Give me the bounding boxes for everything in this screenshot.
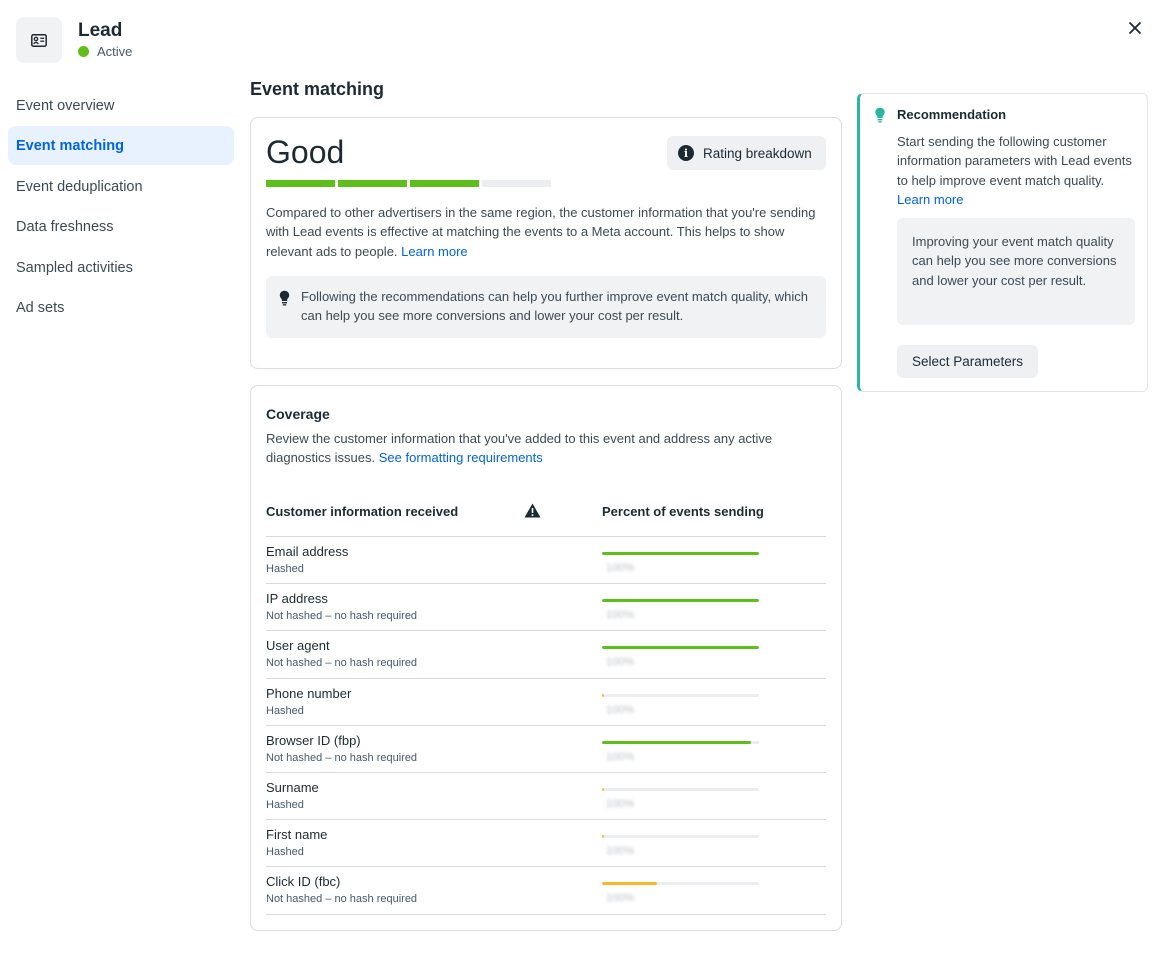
recommendation-body-text: Start sending the following customer inf…	[897, 134, 1132, 188]
id-card-icon	[16, 17, 62, 63]
coverage-row-status: Not hashed – no hash required	[266, 893, 418, 906]
coverage-row-name: IP address	[266, 591, 328, 607]
recommendation-lightbulb-icon	[875, 107, 885, 123]
status-dot-icon	[78, 46, 89, 57]
coverage-row-status: Hashed	[266, 563, 304, 575]
coverage-progress-bar	[602, 835, 759, 839]
page-title: Event matching	[250, 79, 385, 99]
recommendation-body: Start sending the following customer inf…	[897, 132, 1137, 209]
coverage-progress-fill	[602, 552, 759, 555]
rating-breakdown-button[interactable]: i Rating breakdown	[667, 136, 826, 170]
coverage-progress-fill	[602, 693, 604, 697]
coverage-row-status: Not hashed – no hash required	[266, 751, 418, 764]
quality-description: Compared to other advertisers in the sam…	[266, 203, 828, 261]
learn-more-link[interactable]: Learn more	[401, 244, 467, 259]
coverage-progress-fill	[602, 599, 759, 603]
coverage-progress-fill	[602, 882, 657, 886]
warning-icon	[524, 503, 541, 518]
table-row-divider	[266, 866, 826, 868]
quality-rating: Good	[266, 134, 345, 170]
coverage-row-name: Surname	[266, 780, 319, 795]
close-button[interactable]	[1124, 17, 1146, 39]
table-row-divider	[266, 913, 826, 915]
score-segment-2	[338, 180, 407, 187]
coverage-progress-bar	[602, 788, 759, 791]
coverage-percent-value: 100%	[606, 892, 635, 905]
table-row-divider	[266, 536, 826, 537]
recommendation-note: Improving your event match quality can h…	[897, 218, 1135, 325]
column-header-info: Customer information received	[266, 504, 459, 519]
lightbulb-icon	[279, 290, 290, 306]
coverage-percent-value: 100%	[606, 798, 635, 810]
coverage-progress-bar	[602, 646, 759, 650]
recommendation-learn-more-link[interactable]: Learn more	[897, 192, 963, 207]
coverage-percent-value: 100%	[606, 656, 635, 669]
close-icon	[1128, 21, 1142, 35]
table-row-divider	[266, 583, 826, 585]
formatting-requirements-link[interactable]: See formatting requirements	[379, 450, 543, 465]
rating-breakdown-label: Rating breakdown	[703, 145, 812, 161]
score-segment-3	[410, 180, 479, 187]
coverage-progress-bar	[602, 882, 759, 886]
coverage-progress-fill	[602, 646, 759, 650]
select-parameters-button[interactable]: Select Parameters	[897, 345, 1038, 378]
coverage-description: Review the customer information that you…	[266, 429, 826, 468]
coverage-row-status: Hashed	[266, 704, 304, 717]
coverage-row-name: First name	[266, 827, 328, 843]
recommendation-title: Recommendation	[897, 107, 1007, 122]
coverage-row-name: User agent	[266, 638, 330, 654]
coverage-percent-value: 100%	[606, 703, 635, 716]
sidebar-item-sampled-activities[interactable]: Sampled activities	[8, 248, 234, 287]
sidebar-item-data-freshness[interactable]: Data freshness	[8, 207, 234, 246]
coverage-progress-bar	[602, 740, 759, 744]
coverage-percent-value: 100%	[606, 562, 635, 574]
coverage-row-name: Browser ID (fbp)	[266, 732, 361, 748]
coverage-row-status: Not hashed – no hash required	[266, 610, 418, 623]
recommendation-tip: Following the recommendations can help y…	[266, 276, 826, 338]
sidebar-item-ad-sets[interactable]: Ad sets	[8, 288, 234, 327]
table-row-divider	[266, 677, 826, 679]
quality-description-text: Compared to other advertisers in the sam…	[266, 205, 816, 259]
sidebar-item-event-matching[interactable]: Event matching	[8, 126, 234, 165]
coverage-title: Coverage	[266, 406, 330, 422]
event-title: Lead	[78, 20, 123, 41]
coverage-row-status: Not hashed – no hash required	[266, 657, 418, 670]
column-header-percent: Percent of events sending	[602, 504, 764, 519]
coverage-progress-fill	[602, 835, 604, 839]
sidebar-item-event-deduplication[interactable]: Event deduplication	[8, 167, 234, 206]
coverage-row-status: Hashed	[266, 846, 304, 859]
event-details-panel: Lead Active Event overview Event matchin…	[0, 0, 1156, 976]
coverage-percent-value: 100%	[606, 609, 635, 622]
coverage-progress-fill	[602, 788, 604, 791]
tip-text: Following the recommendations can help y…	[301, 289, 809, 324]
table-row-divider	[266, 724, 826, 726]
coverage-percent-value: 100%	[606, 750, 635, 763]
sidebar-item-event-overview[interactable]: Event overview	[8, 86, 234, 125]
coverage-row-status: Hashed	[266, 799, 304, 811]
coverage-row-name: Phone number	[266, 685, 352, 701]
score-segment-4	[482, 180, 551, 187]
recommendation-note-text: Improving your event match quality can h…	[912, 234, 1117, 288]
coverage-progress-bar	[602, 552, 759, 555]
coverage-progress-bar	[602, 599, 759, 603]
table-row-divider	[266, 819, 826, 821]
status-label: Active	[97, 44, 133, 59]
coverage-row-name: Click ID (fbc)	[266, 874, 341, 890]
coverage-progress-bar	[602, 693, 759, 697]
info-icon: i	[678, 145, 694, 161]
coverage-progress-fill	[602, 740, 752, 744]
score-segment-1	[266, 180, 335, 187]
coverage-percent-value: 100%	[606, 845, 635, 858]
event-status: Active	[78, 44, 132, 59]
coverage-row-name: Email address	[266, 544, 349, 559]
table-row-divider	[266, 772, 826, 773]
table-row-divider	[266, 630, 826, 632]
